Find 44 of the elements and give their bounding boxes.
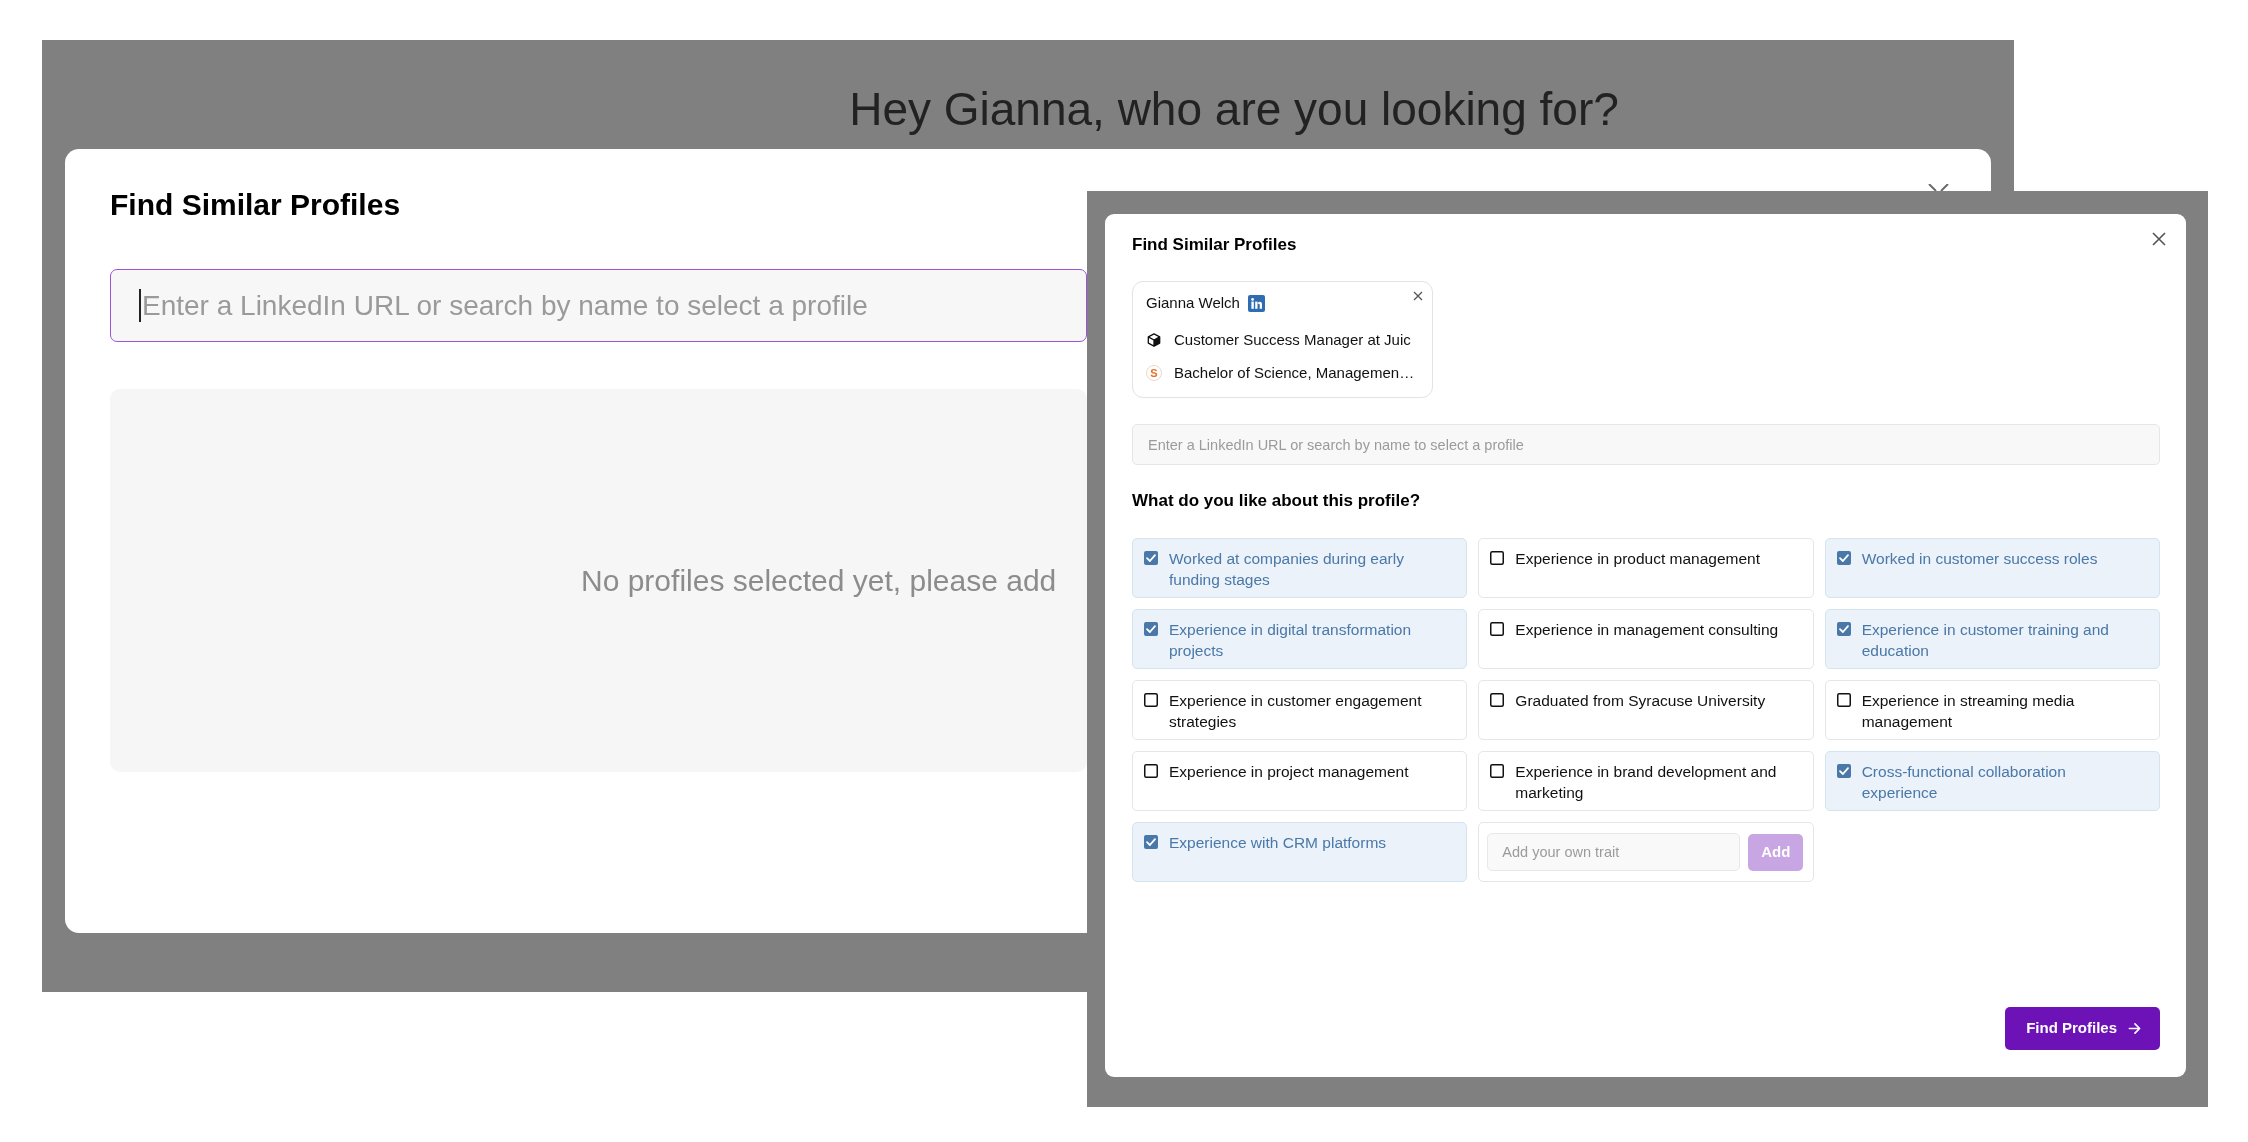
trait-input[interactable]: Add your own trait [1487,833,1741,871]
trait-option[interactable]: Experience in streaming media management [1824,680,2160,740]
linkedin-icon[interactable] [1247,294,1265,312]
checkbox[interactable] [1144,835,1158,849]
checkbox[interactable] [1144,764,1158,778]
profile-name: Gianna Welch [1146,293,1240,313]
trait-option[interactable]: Worked at companies during early funding stages [1132,538,1468,598]
modal-title: Find Similar Profiles [1132,234,1297,256]
checkbox[interactable] [1144,693,1158,707]
trait-option[interactable]: Cross-functional collaboration experience [1824,751,2160,811]
trait-option[interactable]: Graduated from Syracuse University [1478,680,1814,740]
trait-option[interactable]: Experience in management consulting [1478,609,1814,669]
greeting-heading: Hey Gianna, who are you looking for? [849,82,1619,136]
trait-option[interactable]: Experience with CRM platforms [1132,822,1468,882]
trait-option[interactable]: Experience in digital transformation projects [1132,609,1468,669]
checkbox[interactable] [1836,622,1851,636]
checkbox[interactable] [1490,551,1505,565]
arrow-right-icon [2128,1022,2141,1035]
search-field[interactable]: Enter a LinkedIn URL or search by name to select a profile [110,269,1087,342]
profile-detail: Bachelor of Science, Managemen… [1174,363,1415,383]
checkbox[interactable] [1836,693,1851,707]
checkbox[interactable] [1836,551,1851,565]
checkbox[interactable] [1144,622,1158,636]
find-profiles-button[interactable]: Find Profiles [2005,1007,2160,1050]
checkbox[interactable] [1836,764,1851,778]
trait-option[interactable]: Experience in customer engagement strategies [1132,680,1468,740]
checkbox[interactable] [1144,551,1158,565]
close-icon[interactable] [1928,184,1949,191]
section-heading: What do you like about this profile? [1132,490,1421,512]
modal-title: Find Similar Profiles [110,187,401,223]
text-cursor-icon [139,289,141,322]
remove-profile-button[interactable] [1413,291,1423,301]
checkbox[interactable] [1490,622,1505,636]
trait-option[interactable]: Experience in product management [1478,538,1814,598]
cube-icon [1147,333,1161,347]
checkbox[interactable] [1490,764,1505,778]
trait-option[interactable]: Experience in brand development and marketing [1478,751,1814,811]
profile-detail: Customer Success Manager at Juic [1174,330,1411,350]
trait-option[interactable]: Worked in customer success roles [1824,538,2160,598]
trait-option[interactable]: Experience in project management [1132,751,1468,811]
checkbox[interactable] [1490,693,1505,707]
close-button[interactable] [2152,232,2166,246]
empty-state-message: No profiles selected yet, please add [581,562,1057,599]
trait-option[interactable]: Experience in customer training and education [1824,609,2160,669]
